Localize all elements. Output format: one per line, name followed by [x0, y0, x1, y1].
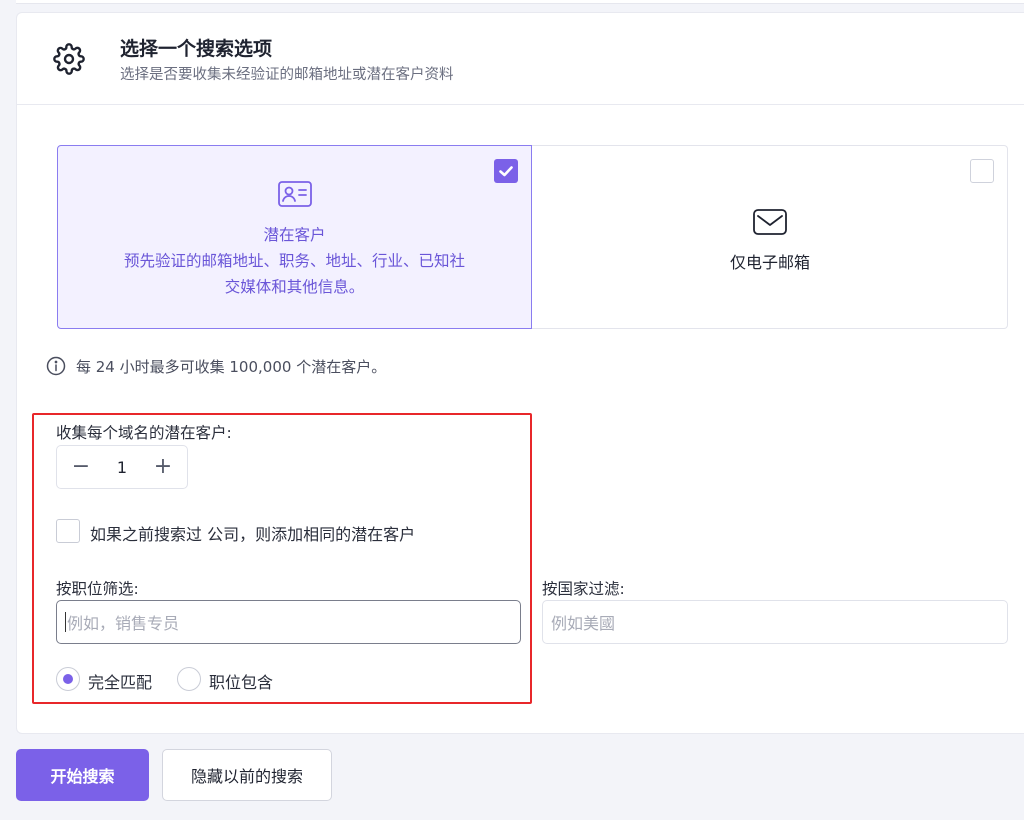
email-checkbox[interactable] — [970, 159, 994, 183]
country-filter-label: 按国家过滤: — [542, 580, 625, 598]
option-email-card[interactable]: 仅电子邮箱 — [532, 145, 1008, 329]
decrement-button[interactable]: − — [71, 456, 91, 478]
leads-title: 潜在客户 — [263, 226, 326, 244]
title-filter-input[interactable]: 例如，销售专员 — [56, 600, 521, 644]
card-header: 选择一个搜索选项 选择是否要收集未经验证的邮箱地址或潜在客户资料 — [17, 13, 1024, 105]
increment-button[interactable]: + — [153, 456, 173, 478]
start-search-button[interactable]: 开始搜索 — [16, 749, 149, 801]
envelope-icon — [753, 209, 787, 235]
text-caret — [65, 612, 66, 632]
stepper-value[interactable]: 1 — [117, 458, 127, 477]
title-contains-label[interactable]: 职位包含 — [209, 669, 273, 693]
info-icon — [46, 356, 66, 376]
quantity-stepper: − 1 + — [56, 445, 188, 489]
country-filter-placeholder: 例如美國 — [551, 614, 616, 633]
limit-notice: 每 24 小时最多可收集 100,000 个潜在客户。 — [46, 355, 386, 377]
email-only-label: 仅电子邮箱 — [729, 253, 810, 272]
hide-previous-searches-button[interactable]: 隐藏以前的搜索 — [162, 749, 332, 801]
checkmark-icon — [499, 166, 513, 177]
id-card-icon — [278, 181, 312, 207]
repeat-company-label[interactable]: 如果之前搜索过 公司，则添加相同的潜在客户 — [90, 521, 415, 545]
country-filter-input[interactable]: 例如美國 — [542, 600, 1008, 644]
leads-checkbox[interactable] — [494, 159, 518, 183]
title-filter-placeholder: 例如，销售专员 — [67, 614, 180, 633]
leads-detail-line2: 交媒体和其他信息。 — [224, 278, 365, 296]
limit-notice-text: 每 24 小时最多可收集 100,000 个潜在客户。 — [76, 357, 387, 376]
section-subtitle: 选择是否要收集未经验证的邮箱地址或潜在客户资料 — [120, 67, 454, 83]
repeat-company-checkbox[interactable] — [56, 519, 80, 543]
leads-description: 潜在客户 预先验证的邮箱地址、职务、地址、行业、已知社 交媒体和其他信息。 — [58, 222, 531, 300]
option-leads-card[interactable]: 潜在客户 预先验证的邮箱地址、职务、地址、行业、已知社 交媒体和其他信息。 — [57, 145, 532, 329]
section-title: 选择一个搜索选项 — [120, 38, 273, 60]
leads-detail-line1: 预先验证的邮箱地址、职务、地址、行业、已知社 — [123, 252, 465, 270]
gear-icon — [53, 43, 85, 75]
exact-match-radio[interactable] — [56, 667, 80, 691]
title-filter-label: 按职位筛选: — [56, 580, 139, 598]
previous-card-edge — [16, 0, 1024, 4]
exact-match-label[interactable]: 完全匹配 — [88, 669, 152, 693]
title-contains-radio[interactable] — [177, 667, 201, 691]
per-domain-label: 收集每个域名的潜在客户: — [56, 424, 232, 442]
